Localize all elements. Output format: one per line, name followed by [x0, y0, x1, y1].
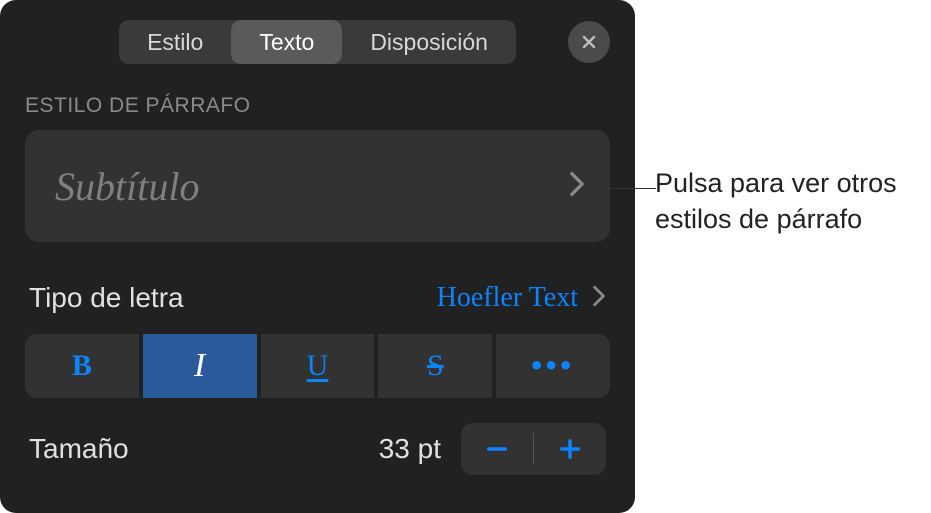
- chevron-right-icon: [592, 285, 606, 312]
- callout-line: [608, 188, 656, 189]
- strikethrough-button[interactable]: S: [378, 334, 492, 398]
- size-row: Tamaño 33 pt: [25, 423, 610, 475]
- format-inspector-panel: Estilo Texto Disposición ESTILO DE PÁRRA…: [0, 0, 635, 513]
- size-stepper: [461, 423, 606, 475]
- more-options-button[interactable]: •••: [496, 334, 610, 398]
- font-picker[interactable]: Hoefler Text: [437, 282, 606, 314]
- segmented-control: Estilo Texto Disposición: [119, 20, 516, 64]
- callout: Pulsa para ver otros estilos de párrafo: [655, 165, 930, 238]
- font-row: Tipo de letra Hoefler Text: [25, 282, 610, 314]
- tab-style[interactable]: Estilo: [119, 20, 231, 64]
- italic-button[interactable]: I: [143, 334, 257, 398]
- tab-layout[interactable]: Disposición: [342, 20, 516, 64]
- close-button[interactable]: [568, 21, 610, 63]
- size-decrease-button[interactable]: [461, 423, 533, 475]
- paragraph-style-value: Subtítulo: [55, 163, 199, 210]
- minus-icon: [483, 435, 511, 463]
- tab-text[interactable]: Texto: [231, 20, 342, 64]
- plus-icon: [556, 435, 584, 463]
- close-icon: [579, 32, 599, 52]
- chevron-right-icon: [569, 171, 585, 202]
- bold-button[interactable]: B: [25, 334, 139, 398]
- underline-button[interactable]: U: [261, 334, 375, 398]
- tabs-row: Estilo Texto Disposición: [25, 20, 610, 64]
- size-label: Tamaño: [29, 433, 129, 465]
- format-row: B I U S •••: [25, 334, 610, 398]
- size-controls: 33 pt: [379, 423, 606, 475]
- font-label: Tipo de letra: [29, 282, 184, 314]
- size-increase-button[interactable]: [534, 423, 606, 475]
- paragraph-style-picker[interactable]: Subtítulo: [25, 130, 610, 242]
- paragraph-style-label: ESTILO DE PÁRRAFO: [25, 94, 610, 118]
- callout-text: Pulsa para ver otros estilos de párrafo: [655, 165, 930, 238]
- font-value: Hoefler Text: [437, 282, 578, 314]
- size-value: 33 pt: [379, 433, 441, 465]
